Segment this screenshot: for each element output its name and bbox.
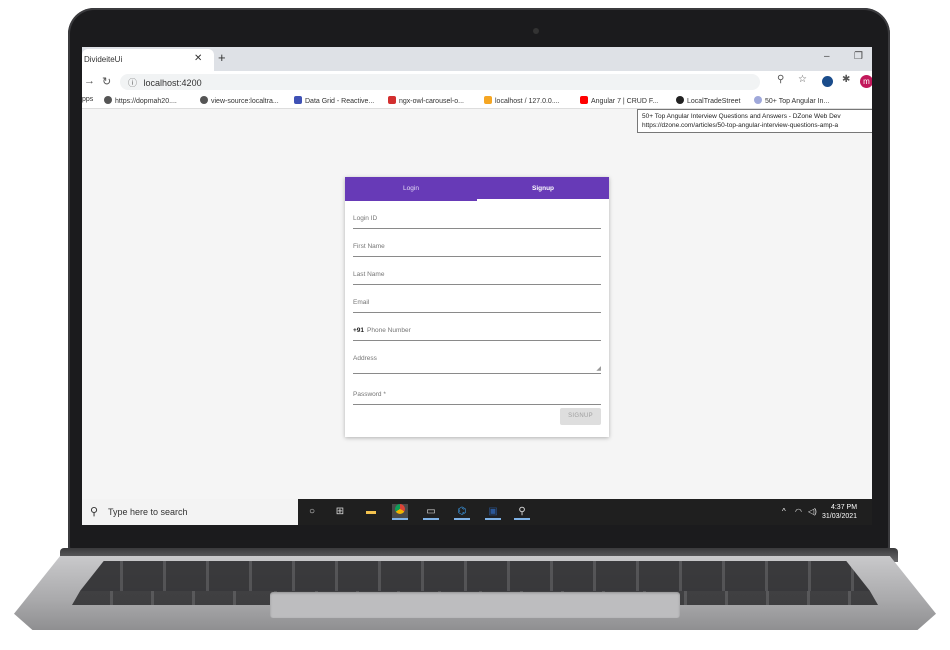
windows-taskbar: ⚲ Type here to search ○ ⊞ ▬ ▭ ⌬ ▣ ⚲ ^ ◠ … [82, 499, 872, 525]
bookmark[interactable]: https://dopmah20.... [104, 96, 177, 105]
task-view-icon[interactable]: ⊞ [332, 504, 348, 520]
zoom-icon[interactable]: ⚲ [777, 74, 784, 85]
youtube-icon [580, 96, 588, 104]
phone-placeholder: Phone Number [367, 327, 411, 334]
bookmark-tooltip: 50+ Top Angular Interview Questions and … [637, 109, 872, 133]
grid-icon [294, 96, 302, 104]
new-tab-button[interactable]: + [218, 50, 226, 65]
country-code-prefix: +91 [353, 327, 365, 334]
tab-login[interactable]: Login [345, 177, 477, 201]
resize-handle-icon[interactable]: ◢ [596, 365, 601, 372]
phone-field[interactable]: +91 Phone Number [353, 327, 601, 341]
vscode-icon[interactable]: ⌬ [454, 504, 470, 520]
password-placeholder: Password * [353, 391, 386, 398]
auth-tab-header: Login Signup [345, 177, 609, 201]
taskbar-search-box[interactable]: ⚲ Type here to search [82, 499, 298, 525]
email-placeholder: Email [353, 299, 370, 306]
last-name-placeholder: Last Name [353, 271, 385, 278]
search-icon: ⚲ [90, 506, 99, 518]
clock-time: 4:37 PM [830, 504, 858, 511]
tooltip-title: 50+ Top Angular Interview Questions and … [642, 113, 841, 120]
bookmark[interactable]: localhost / 127.0.0.... [484, 96, 560, 105]
chevron-up-icon[interactable]: ^ [782, 507, 786, 516]
last-name-field[interactable]: Last Name [353, 271, 601, 285]
profile-avatar[interactable]: m [860, 75, 872, 88]
laptop-mockup: DivideiteUi ✕ + – ❐ → ↻ ⓘ localhost:4200… [0, 0, 950, 650]
browser-tab-bar: DivideiteUi ✕ + – ❐ [82, 47, 872, 71]
touchpad [270, 592, 680, 618]
angular-icon [676, 96, 684, 104]
login-id-field[interactable]: Login ID [353, 215, 601, 229]
bookmark-apps[interactable]: pps [82, 96, 93, 103]
browser-tab[interactable]: DivideiteUi ✕ [82, 49, 214, 71]
bookmark[interactable]: view-source:localtra... [200, 96, 279, 105]
puzzle-icon[interactable]: ✱ [842, 74, 850, 85]
star-icon[interactable]: ☆ [798, 74, 807, 85]
keyboard [80, 561, 870, 591]
bookmark[interactable]: 50+ Top Angular In... [754, 96, 829, 105]
tab-title: DivideiteUi [84, 55, 123, 64]
terminal-icon[interactable]: ▭ [423, 504, 439, 520]
bookmark[interactable]: Data Grid - Reactive... [294, 96, 374, 105]
password-field[interactable]: Password * [353, 391, 601, 405]
address-placeholder: Address [353, 355, 377, 362]
page-viewport: Login Signup Login ID First Name Last Na… [82, 109, 872, 499]
bookmark[interactable]: ngx-owl-carousel-o... [388, 96, 464, 105]
cortana-icon[interactable]: ○ [304, 504, 320, 520]
wifi-icon[interactable]: ◠ [795, 507, 802, 516]
info-icon[interactable]: ⓘ [128, 78, 137, 88]
bookmark[interactable]: LocalTradeStreet [676, 96, 740, 105]
volume-icon[interactable]: ◁) [808, 507, 817, 516]
url-text: localhost:4200 [143, 78, 202, 88]
bookmarks-bar: pps https://dopmah20.... view-source:loc… [82, 93, 872, 109]
npm-icon [388, 96, 396, 104]
chrome-icon[interactable] [392, 504, 408, 520]
active-tab-indicator [477, 199, 609, 201]
address-field[interactable]: Address ◢ [353, 355, 601, 374]
tooltip-url: https://dzone.com/articles/50-top-angula… [642, 122, 839, 129]
search-placeholder: Type here to search [108, 507, 188, 517]
magnifier-icon[interactable]: ⚲ [514, 504, 530, 520]
email-field[interactable]: Email [353, 299, 601, 313]
extension-icon[interactable] [822, 76, 833, 87]
dzone-icon [754, 96, 762, 104]
bookmark[interactable]: Angular 7 | CRUD F... [580, 96, 658, 105]
auth-card: Login Signup Login ID First Name Last Na… [345, 177, 609, 437]
clock-date: 31/03/2021 [822, 513, 858, 520]
first-name-placeholder: First Name [353, 243, 385, 250]
globe-icon [104, 96, 112, 104]
globe-icon [200, 96, 208, 104]
browser-toolbar: → ↻ ⓘ localhost:4200 ⚲ ☆ ✱ m [82, 71, 872, 93]
webcam [533, 28, 539, 34]
word-icon[interactable]: ▣ [485, 504, 501, 520]
login-id-placeholder: Login ID [353, 215, 378, 222]
first-name-field[interactable]: First Name [353, 243, 601, 257]
minimize-button[interactable]: – [824, 51, 830, 62]
file-explorer-icon[interactable]: ▬ [363, 504, 379, 520]
system-clock[interactable]: 4:37 PM 31/03/2021 [822, 503, 857, 521]
phpmyadmin-icon [484, 96, 492, 104]
close-icon[interactable]: ✕ [194, 53, 202, 64]
reload-icon[interactable]: ↻ [102, 75, 111, 88]
address-bar[interactable]: ⓘ localhost:4200 [120, 74, 760, 90]
signup-button[interactable]: SIGNUP [560, 408, 601, 425]
restore-button[interactable]: ❐ [854, 51, 863, 62]
tab-signup[interactable]: Signup [477, 177, 609, 201]
forward-arrow-icon[interactable]: → [84, 75, 95, 87]
screen: DivideiteUi ✕ + – ❐ → ↻ ⓘ localhost:4200… [82, 47, 872, 525]
